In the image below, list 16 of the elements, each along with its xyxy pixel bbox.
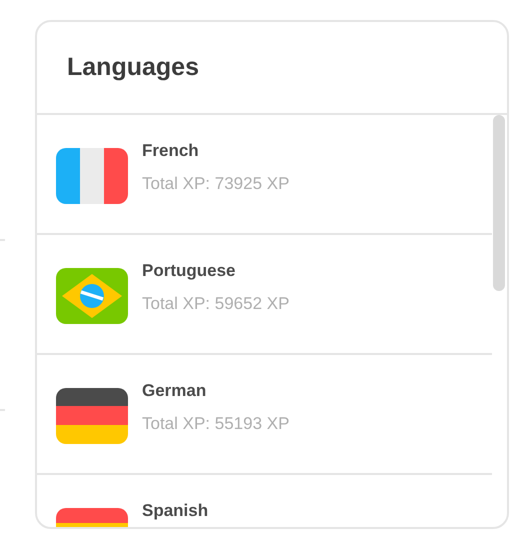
language-row[interactable]: French Total XP: 73925 XP [37, 115, 492, 235]
flag-icon [56, 268, 128, 324]
language-name: Portuguese [142, 261, 237, 281]
language-name: French [142, 141, 200, 161]
language-name: Spanish [142, 501, 208, 521]
flag-icon [56, 148, 128, 204]
scrollbar-thumb[interactable] [493, 115, 505, 291]
language-row[interactable]: Spanish [37, 475, 492, 527]
total-xp: Total XP: 59652 XP [142, 294, 290, 314]
flag-icon [56, 388, 128, 444]
language-row[interactable]: German Total XP: 55193 XP [37, 355, 492, 475]
language-row[interactable]: Portuguese Total XP: 59652 XP [37, 235, 492, 355]
total-xp: Total XP: 55193 XP [142, 414, 290, 434]
total-xp: Total XP: 73925 XP [142, 174, 290, 194]
language-name: German [142, 381, 208, 401]
panel-title: Languages [67, 52, 199, 83]
